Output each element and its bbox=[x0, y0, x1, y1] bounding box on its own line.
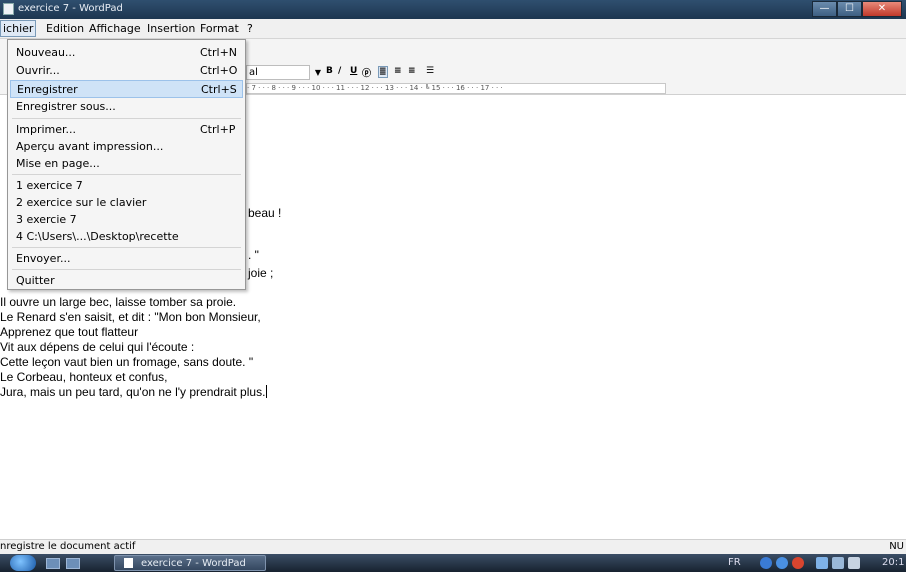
wordpad-app-icon[interactable] bbox=[3, 3, 14, 15]
menu-separator bbox=[12, 118, 241, 119]
maximize-button[interactable]: ☐ bbox=[837, 1, 862, 17]
menu-item-enregistrer[interactable]: Enregistrer Ctrl+S bbox=[10, 80, 243, 98]
menu-format[interactable]: Format bbox=[200, 22, 239, 35]
menu-item-label: Ouvrir... bbox=[16, 64, 60, 77]
num-lock-indicator: NU bbox=[889, 541, 904, 552]
wordpad-icon bbox=[124, 558, 133, 568]
text-line-last: Jura, mais un peu tard, qu'on ne l'y pre… bbox=[0, 385, 268, 399]
font-size-select[interactable]: al ▼ bbox=[246, 65, 321, 80]
text-line: Cette leçon vaut bien un fromage, sans d… bbox=[0, 355, 254, 369]
italic-button[interactable]: / bbox=[338, 66, 341, 76]
menu-separator bbox=[12, 247, 241, 248]
font-size-value: al bbox=[249, 67, 258, 78]
menu-item-label: 1 exercice 7 bbox=[16, 179, 83, 192]
menu-item-label: Aperçu avant impression... bbox=[16, 140, 164, 153]
menu-fichier[interactable]: ichier bbox=[0, 20, 37, 37]
network-icon[interactable] bbox=[760, 557, 772, 569]
menu-item-label: 3 exercie 7 bbox=[16, 213, 77, 226]
bold-button[interactable]: B bbox=[326, 66, 333, 76]
text-fragment: joie ; bbox=[248, 266, 274, 280]
menu-help[interactable]: ? bbox=[247, 22, 253, 35]
menu-item-recent-1[interactable]: 1 exercice 7 bbox=[10, 177, 243, 195]
menu-item-enregistrer-sous[interactable]: Enregistrer sous... bbox=[10, 98, 243, 116]
taskbar: exercice 7 - WordPad FR 20:1 bbox=[0, 554, 906, 572]
menu-item-shortcut: Ctrl+O bbox=[200, 64, 238, 77]
menu-item-envoyer[interactable]: Envoyer... bbox=[10, 250, 243, 268]
menu-insertion[interactable]: Insertion bbox=[147, 22, 195, 35]
window-title: exercice 7 - WordPad bbox=[18, 3, 123, 14]
language-indicator[interactable]: FR bbox=[728, 557, 741, 568]
update-icon[interactable] bbox=[776, 557, 788, 569]
text-fragment: beau ! bbox=[248, 206, 282, 220]
text-caret bbox=[266, 385, 268, 398]
bullets-button[interactable]: ☰ bbox=[426, 66, 434, 76]
menu-item-recent-2[interactable]: 2 exercice sur le clavier bbox=[10, 194, 243, 212]
chevron-down-icon[interactable]: ▼ bbox=[315, 66, 321, 79]
menu-item-ouvrir[interactable]: Ouvrir... Ctrl+O bbox=[10, 62, 243, 80]
menu-item-label: 2 exercice sur le clavier bbox=[16, 196, 147, 209]
menu-separator bbox=[12, 269, 241, 270]
volume-icon[interactable] bbox=[848, 557, 860, 569]
menu-item-label: Imprimer... bbox=[16, 123, 77, 136]
start-button[interactable] bbox=[10, 555, 36, 571]
status-bar: nregistre le document actif NU bbox=[0, 539, 906, 554]
menu-item-label: Quitter bbox=[16, 274, 55, 287]
menu-edition[interactable]: Edition bbox=[46, 22, 84, 35]
show-desktop-icon[interactable] bbox=[46, 558, 60, 569]
menu-item-label: Enregistrer bbox=[17, 83, 78, 96]
window-controls: — ☐ ✕ bbox=[812, 1, 902, 17]
menu-item-shortcut: Ctrl+P bbox=[200, 123, 236, 136]
menu-item-label: 4 C:\Users\...\Desktop\recette bbox=[16, 230, 179, 243]
menu-bar: ichier Edition Affichage Insertion Forma… bbox=[0, 19, 906, 39]
text-fragment: . " bbox=[248, 248, 259, 262]
menu-item-shortcut: Ctrl+N bbox=[200, 46, 238, 59]
connection-icon[interactable] bbox=[832, 557, 844, 569]
menu-item-quitter[interactable]: Quitter bbox=[10, 272, 243, 290]
menu-item-apercu[interactable]: Aperçu avant impression... bbox=[10, 138, 243, 156]
menu-item-label: Envoyer... bbox=[16, 252, 71, 265]
security-icon[interactable] bbox=[792, 557, 804, 569]
align-center-button[interactable]: ≡ bbox=[394, 66, 402, 76]
underline-button[interactable]: U bbox=[350, 66, 357, 76]
status-message: nregistre le document actif bbox=[0, 541, 136, 552]
file-menu: Nouveau... Ctrl+N Ouvrir... Ctrl+O Enreg… bbox=[7, 39, 246, 290]
menu-item-imprimer[interactable]: Imprimer... Ctrl+P bbox=[10, 121, 243, 139]
menu-item-shortcut: Ctrl+S bbox=[201, 83, 237, 96]
switch-windows-icon[interactable] bbox=[66, 558, 80, 569]
menu-affichage[interactable]: Affichage bbox=[89, 22, 141, 35]
menu-item-label: Enregistrer sous... bbox=[16, 100, 116, 113]
ruler[interactable]: · 7 · · · 8 · · · 9 · · · 10 · · · 11 · … bbox=[246, 83, 666, 94]
menu-item-recent-4[interactable]: 4 C:\Users\...\Desktop\recette bbox=[10, 228, 243, 246]
menu-item-nouveau[interactable]: Nouveau... Ctrl+N bbox=[10, 44, 243, 62]
text-line: Vit aux dépens de celui qui l'écoute : bbox=[0, 340, 195, 354]
text-line: Le Renard s'en saisit, et dit : "Mon bon… bbox=[0, 310, 261, 324]
clock[interactable]: 20:1 bbox=[882, 557, 904, 568]
menu-item-mise-en-page[interactable]: Mise en page... bbox=[10, 155, 243, 173]
menu-item-label: Nouveau... bbox=[16, 46, 76, 59]
display-icon[interactable] bbox=[816, 557, 828, 569]
close-button[interactable]: ✕ bbox=[862, 1, 902, 17]
align-left-button[interactable]: ≣ bbox=[378, 66, 388, 78]
taskbar-button-label: exercice 7 - WordPad bbox=[141, 558, 246, 569]
color-button[interactable]: ⓟ bbox=[362, 66, 371, 79]
text-line: Le Corbeau, honteux et confus, bbox=[0, 370, 168, 384]
text-line: Il ouvre un large bec, laisse tomber sa … bbox=[0, 295, 237, 309]
minimize-button[interactable]: — bbox=[812, 1, 837, 17]
text-line: Apprenez que tout flatteur bbox=[0, 325, 139, 339]
align-right-button[interactable]: ≡ bbox=[408, 66, 416, 76]
menu-item-recent-3[interactable]: 3 exercie 7 bbox=[10, 211, 243, 229]
menu-item-label: Mise en page... bbox=[16, 157, 100, 170]
title-bar[interactable]: exercice 7 - WordPad — ☐ ✕ bbox=[0, 0, 906, 19]
menu-separator bbox=[12, 174, 241, 175]
text-line: Jura, mais un peu tard, qu'on ne l'y pre… bbox=[0, 385, 266, 399]
taskbar-wordpad-button[interactable]: exercice 7 - WordPad bbox=[114, 555, 266, 571]
